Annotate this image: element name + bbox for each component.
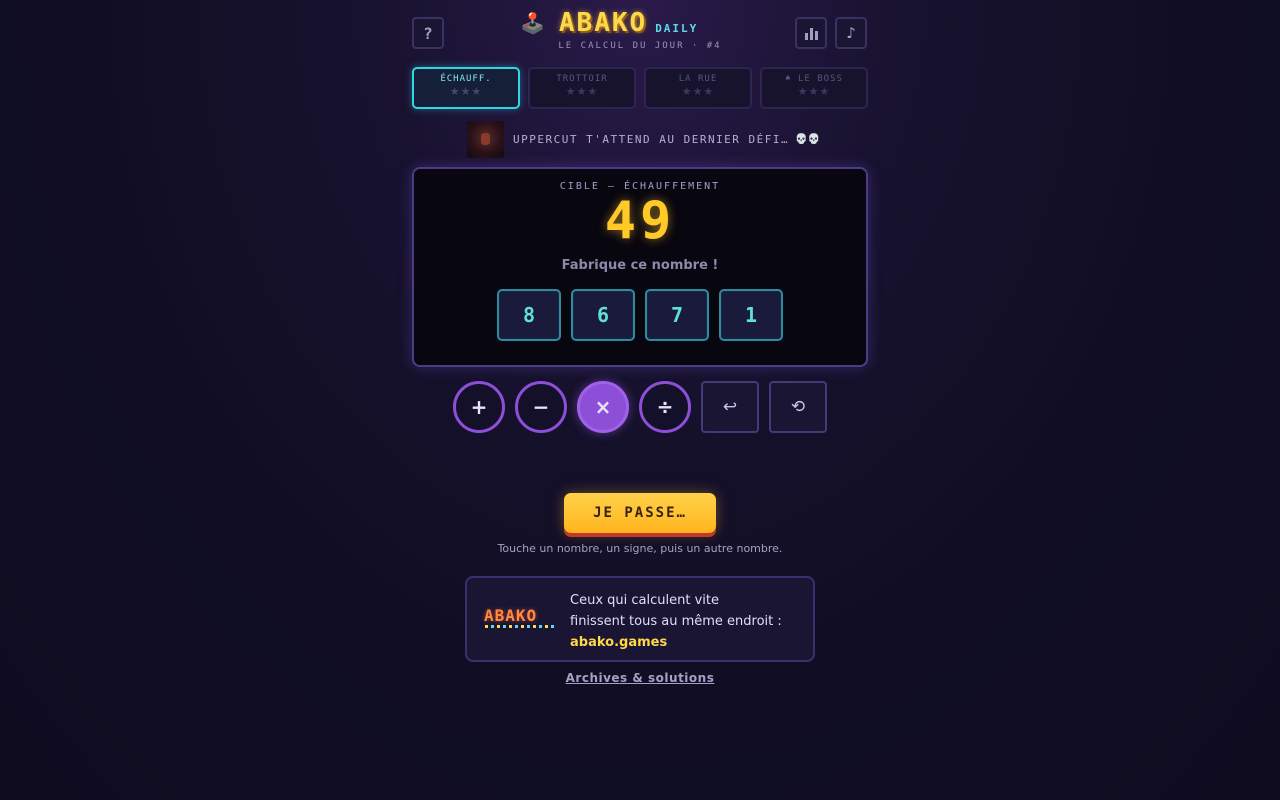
divide-button[interactable]: ÷	[639, 381, 691, 433]
boss-message-text: UPPERCUT T'ATTEND AU DERNIER DÉFI…	[513, 133, 790, 146]
star-rating: ★★★	[797, 85, 831, 98]
target-panel: CIBLE — ÉCHAUFFEMENT 49 Fabrique ce nomb…	[412, 167, 868, 367]
tab-label: ÉCHAUFF.	[440, 74, 492, 84]
music-button[interactable]: ♪	[835, 17, 867, 49]
hint-text: Touche un nombre, un signe, puis un autr…	[497, 542, 783, 555]
tab-boss[interactable]: ♠ LE BOSS ★★★	[760, 67, 868, 109]
number-tile[interactable]: 7	[645, 289, 709, 341]
tab-label: ♠ LE BOSS	[785, 74, 843, 84]
archives-link[interactable]: Archives & solutions	[412, 671, 868, 685]
daily-badge: DAILY	[655, 21, 699, 35]
boss-message: UPPERCUT T'ATTEND AU DERNIER DÉFI… 💀💀	[467, 121, 820, 158]
number-tile[interactable]: 6	[571, 289, 635, 341]
level-tabs: ÉCHAUFF. ★★★ TROTTOIR ★★★ LA RUE ★★★ ♠ L…	[412, 67, 868, 109]
logo-decoration	[485, 625, 557, 628]
tab-sidewalk[interactable]: TROTTOIR ★★★	[528, 67, 636, 109]
multiply-button[interactable]: ×	[577, 381, 629, 433]
promo-link[interactable]: abako.games	[570, 632, 782, 653]
joystick-icon: 🕹️	[520, 11, 545, 35]
logo: 🕹️ ABAKO DAILY	[520, 8, 698, 38]
number-tile[interactable]: 1	[719, 289, 783, 341]
tab-label: LA RUE	[678, 74, 718, 84]
target-number: 49	[604, 191, 676, 251]
tab-warmup[interactable]: ÉCHAUFF. ★★★	[412, 67, 520, 109]
bar-chart-icon	[805, 28, 818, 40]
instruction-text: Fabrique ce nombre !	[561, 258, 719, 273]
tab-label: TROTTOIR	[556, 74, 608, 84]
operator-bar: + − × ÷ ↩ ⟲	[453, 381, 833, 433]
reset-button[interactable]: ⟲	[769, 381, 827, 433]
tab-street[interactable]: LA RUE ★★★	[644, 67, 752, 109]
app-title: ABAKO	[558, 8, 648, 38]
plus-button[interactable]: +	[453, 381, 505, 433]
promo-card: ABAKO Ceux qui calculent vite finissent …	[465, 576, 815, 662]
pass-button[interactable]: JE PASSE…	[564, 493, 716, 533]
boss-avatar	[467, 121, 504, 158]
number-tile[interactable]: 8	[497, 289, 561, 341]
star-rating: ★★★	[681, 85, 715, 98]
star-rating: ★★★	[449, 85, 483, 98]
promo-line: finissent tous au même endroit :	[570, 614, 782, 629]
stats-button[interactable]	[795, 17, 827, 49]
promo-line: Ceux qui calculent vite	[570, 593, 719, 608]
undo-icon: ↩	[722, 397, 738, 417]
promo-logo[interactable]: ABAKO	[484, 606, 537, 625]
skull-icon: 💀💀	[795, 134, 821, 145]
game-app: ? 🕹️ ABAKO DAILY LE CALCUL DU JOUR · #4 …	[412, 0, 868, 800]
undo-button[interactable]: ↩	[701, 381, 759, 433]
music-note-icon: ♪	[846, 24, 856, 42]
reset-icon: ⟲	[790, 397, 806, 417]
star-rating: ★★★	[565, 85, 599, 98]
promo-text: Ceux qui calculent vite finissent tous a…	[570, 590, 782, 653]
minus-button[interactable]: −	[515, 381, 567, 433]
number-tiles: 8 6 7 1	[497, 289, 783, 341]
